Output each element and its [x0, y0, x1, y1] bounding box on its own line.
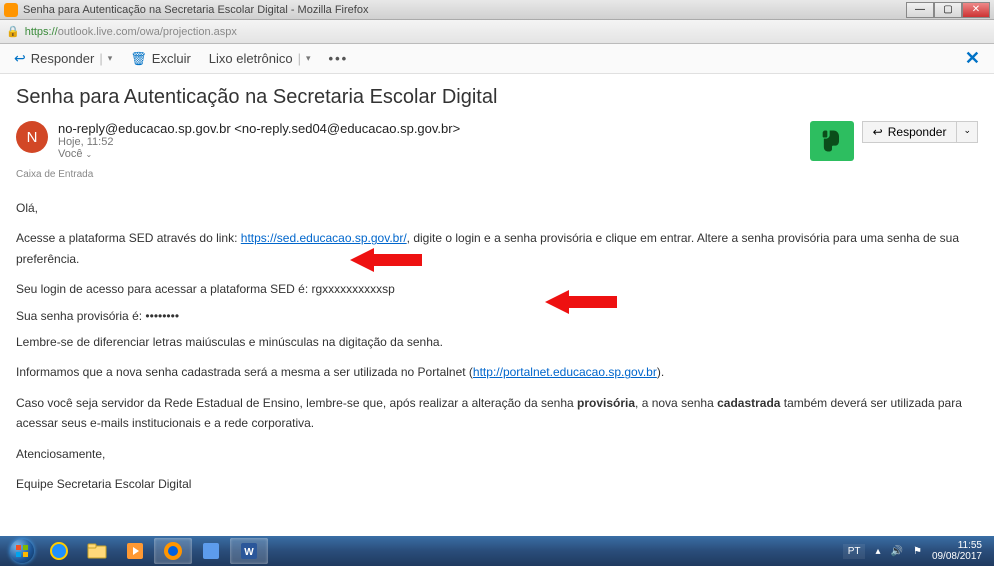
window-titlebar: Senha para Autenticação na Secretaria Es…: [0, 0, 994, 20]
task-unknown[interactable]: [192, 538, 230, 564]
paragraph-1: Acesse a plataforma SED através do link:…: [16, 228, 978, 269]
svg-text:W: W: [244, 547, 254, 558]
reply-action[interactable]: ↩ Responder | ▾: [14, 50, 112, 67]
folder-label: Caixa de Entrada: [0, 169, 994, 180]
reply-label: Responder: [31, 51, 95, 66]
task-explorer[interactable]: [78, 538, 116, 564]
system-tray: PT ▴ 🔊 ⚑ 11:55 09/08/2017: [843, 540, 990, 562]
sender-info: no-reply@educacao.sp.gov.br <no-reply.se…: [58, 121, 810, 160]
delete-action[interactable]: 🗑 Excluir: [130, 51, 191, 67]
email-toolbar: ↩ Responder | ▾ 🗑 Excluir Lixo eletrônic…: [0, 44, 994, 74]
senha-prefix: Sua senha provisória é:: [16, 309, 145, 323]
login-line: Seu login de acesso para acessar a plata…: [16, 279, 978, 299]
chevron-down-icon[interactable]: ⌄: [86, 150, 93, 159]
tray-date: 09/08/2017: [932, 551, 982, 562]
url-display: https://outlook.live.com/owa/projection.…: [25, 26, 237, 38]
divider: |: [99, 51, 102, 66]
tray-flag-icon[interactable]: ⚑: [913, 546, 922, 557]
sender-row: N no-reply@educacao.sp.gov.br <no-reply.…: [0, 117, 994, 169]
task-firefox[interactable]: [154, 538, 192, 564]
trash-icon: 🗑: [130, 51, 147, 67]
paragraph-3: Caso você seja servidor da Rede Estadual…: [16, 393, 978, 434]
p3-text-a: Caso você seja servidor da Rede Estadual…: [16, 396, 577, 410]
minimize-button[interactable]: —: [906, 2, 934, 18]
evernote-icon[interactable]: [810, 121, 854, 161]
firefox-icon: [4, 3, 18, 17]
recipient-label: Você: [58, 148, 82, 160]
reply-dropdown[interactable]: ⌄: [957, 121, 978, 143]
reply-icon: ↩: [14, 50, 26, 67]
close-pane-button[interactable]: ✕: [965, 48, 980, 69]
tray-language[interactable]: PT: [843, 544, 866, 559]
login-prefix: Seu login de acesso para acessar a plata…: [16, 282, 312, 296]
p1-text-a: Acesse a plataforma SED através do link:: [16, 231, 241, 245]
chevron-down-icon[interactable]: ▾: [306, 53, 311, 64]
p2-text-b: ).: [657, 365, 664, 379]
window-title: Senha para Autenticação na Secretaria Es…: [23, 4, 906, 16]
task-media[interactable]: [116, 538, 154, 564]
chevron-down-icon[interactable]: ▾: [108, 53, 113, 64]
right-actions: ↩ Responder ⌄: [810, 121, 978, 161]
reply-button-label: Responder: [888, 125, 947, 139]
junk-label: Lixo eletrônico: [209, 51, 293, 66]
url-path: /owa/projection.aspx: [137, 26, 237, 38]
junk-action[interactable]: Lixo eletrônico | ▾: [209, 51, 311, 66]
email-subject: Senha para Autenticação na Secretaria Es…: [0, 74, 994, 117]
avatar: N: [16, 121, 48, 153]
tray-show-hidden-icon[interactable]: ▴: [875, 546, 880, 557]
email-body: Olá, Acesse a plataforma SED através do …: [0, 198, 994, 494]
task-word[interactable]: W: [230, 538, 268, 564]
more-actions[interactable]: •••: [329, 51, 349, 66]
tray-volume-icon[interactable]: 🔊: [891, 546, 903, 557]
maximize-button[interactable]: ▢: [934, 2, 962, 18]
window-close-button[interactable]: ✕: [962, 2, 990, 18]
p3-bold-2: cadastrada: [717, 396, 780, 410]
divider: |: [298, 51, 301, 66]
senha-line: Sua senha provisória é: ••••••••: [16, 306, 978, 326]
start-button[interactable]: [4, 538, 40, 564]
reply-icon: ↩: [873, 125, 883, 139]
sed-link[interactable]: https://sed.educacao.sp.gov.br/: [241, 231, 407, 245]
paragraph-2: Informamos que a nova senha cadastrada s…: [16, 362, 978, 382]
task-ie[interactable]: [40, 538, 78, 564]
greeting: Olá,: [16, 198, 978, 218]
sender-from: no-reply@educacao.sp.gov.br <no-reply.se…: [58, 121, 810, 136]
sender-time: Hoje, 11:52: [58, 136, 810, 148]
address-bar[interactable]: 🔒 https://outlook.live.com/owa/projectio…: [0, 20, 994, 44]
lembre-line: Lembre-se de diferenciar letras maiúscul…: [16, 332, 978, 352]
signoff: Atenciosamente,: [16, 444, 978, 464]
lock-icon: 🔒: [6, 25, 20, 38]
sender-to: Você ⌄: [58, 148, 810, 160]
url-protocol: https://: [25, 26, 58, 38]
portalnet-link[interactable]: http://portalnet.educacao.sp.gov.br: [473, 365, 657, 379]
tray-clock[interactable]: 11:55 09/08/2017: [932, 540, 982, 562]
team-signature: Equipe Secretaria Escolar Digital: [16, 474, 978, 494]
ellipsis-icon: •••: [329, 51, 349, 66]
url-host: outlook.live.com: [58, 26, 137, 38]
tray-time: 11:55: [932, 540, 982, 551]
window-controls: — ▢ ✕: [906, 2, 990, 18]
delete-label: Excluir: [152, 51, 191, 66]
senha-value: ••••••••: [145, 309, 179, 323]
p3-bold-1: provisória: [577, 396, 635, 410]
reply-button[interactable]: ↩ Responder: [862, 121, 958, 143]
windows-logo-icon: [10, 539, 34, 563]
p3-mid: , a nova senha: [635, 396, 717, 410]
login-value: rgxxxxxxxxxxsp: [312, 282, 395, 296]
p2-text-a: Informamos que a nova senha cadastrada s…: [16, 365, 473, 379]
taskbar: W PT ▴ 🔊 ⚑ 11:55 09/08/2017: [0, 536, 994, 566]
